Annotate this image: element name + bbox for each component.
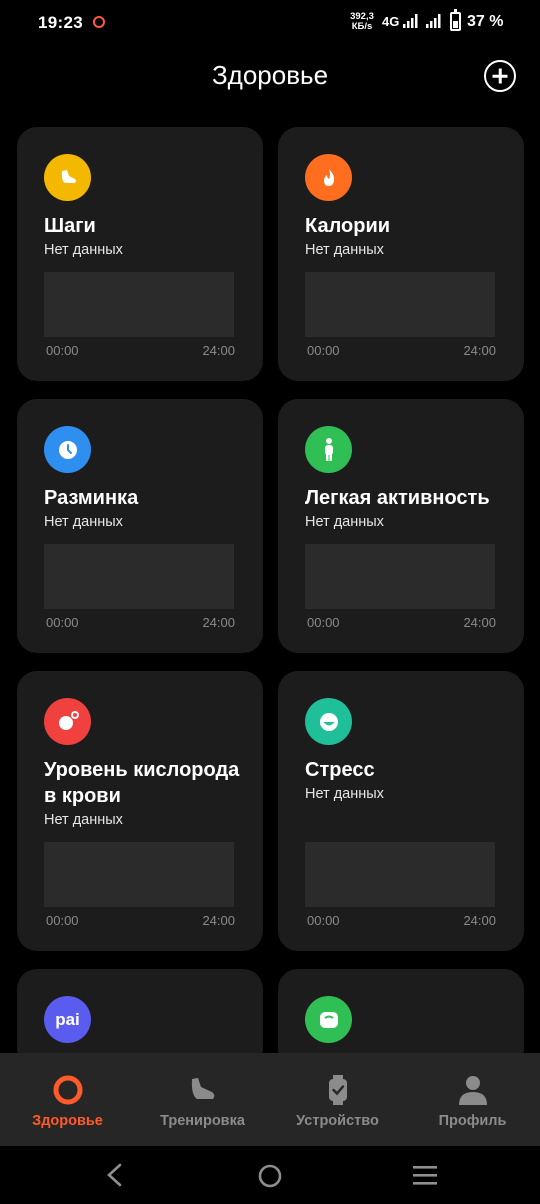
bottom-nav: Здоровье Тренировка Устройство Профиль xyxy=(0,1053,540,1146)
card-title: Стресс xyxy=(305,759,375,781)
axis-start-label: 00:00 xyxy=(46,615,79,630)
card-calories[interactable]: Калории Нет данных 00:00 24:00 xyxy=(278,127,524,381)
shoe-icon xyxy=(44,154,91,201)
card-subtitle: Нет данных xyxy=(305,514,384,530)
signal-icon-2 xyxy=(426,14,441,28)
axis-end-label: 24:00 xyxy=(463,913,496,928)
card-title: Легкая активность xyxy=(305,487,490,509)
stress-face-icon xyxy=(305,698,352,745)
nav-label: Профиль xyxy=(438,1113,507,1129)
axis-end-label: 24:00 xyxy=(463,615,496,630)
flame-icon xyxy=(305,154,352,201)
axis-start-label: 00:00 xyxy=(46,343,79,358)
card-blood-oxygen[interactable]: Уровень кислорода в крови Нет данных 00:… xyxy=(17,671,263,951)
card-title-line1: Уровень кислорода xyxy=(44,759,240,781)
card-subtitle: Нет данных xyxy=(305,242,384,258)
axis-end-label: 24:00 xyxy=(463,343,496,358)
nav-profile[interactable]: Профиль xyxy=(405,1053,540,1146)
card-title: Разминка xyxy=(44,487,139,509)
back-icon[interactable] xyxy=(104,1163,124,1187)
axis-end-label: 24:00 xyxy=(202,343,235,358)
system-nav xyxy=(0,1146,540,1204)
card-title: Калории xyxy=(305,215,391,237)
axis-start-label: 00:00 xyxy=(46,913,79,928)
signal-icon xyxy=(403,14,418,28)
card-chart xyxy=(305,842,495,907)
battery-percent: 37 % xyxy=(467,13,504,30)
profile-icon xyxy=(458,1076,487,1105)
axis-start-label: 00:00 xyxy=(307,615,340,630)
clock-icon xyxy=(44,426,91,473)
axis-end-label: 24:00 xyxy=(202,913,235,928)
home-icon[interactable] xyxy=(257,1163,283,1189)
card-chart xyxy=(44,842,234,907)
health-ring-icon xyxy=(53,1075,82,1105)
pai-icon: pai xyxy=(44,996,91,1043)
card-chart xyxy=(44,544,234,609)
card-warmup[interactable]: Разминка Нет данных 00:00 24:00 xyxy=(17,399,263,653)
menu-icon[interactable] xyxy=(411,1163,439,1187)
person-icon xyxy=(305,426,352,473)
scale-icon xyxy=(305,996,352,1043)
card-chart xyxy=(305,272,495,337)
page-title: Здоровье xyxy=(211,60,329,90)
watch-icon xyxy=(328,1075,347,1105)
card-light-activity[interactable]: Легкая активность Нет данных 00:00 24:00 xyxy=(278,399,524,653)
sneaker-icon xyxy=(191,1078,214,1099)
axis-end-label: 24:00 xyxy=(202,615,235,630)
card-subtitle: Нет данных xyxy=(44,812,123,828)
network-type: 4G xyxy=(382,14,400,29)
axis-start-label: 00:00 xyxy=(307,343,340,358)
nav-health[interactable]: Здоровье xyxy=(0,1053,135,1146)
nav-label: Тренировка xyxy=(160,1113,245,1129)
nav-device[interactable]: Устройство xyxy=(270,1053,405,1146)
card-title: Шаги xyxy=(44,215,96,237)
status-time: 19:23 xyxy=(38,13,83,32)
axis-start-label: 00:00 xyxy=(307,913,340,928)
recording-indicator-icon xyxy=(93,16,105,28)
card-steps[interactable]: Шаги Нет данных 00:00 24:00 xyxy=(17,127,263,381)
add-button[interactable] xyxy=(484,60,516,92)
nav-workout[interactable]: Тренировка xyxy=(135,1053,270,1146)
status-bar: 19:23 392,3 КБ/s 4G 37 % xyxy=(0,0,540,44)
oxygen-icon xyxy=(44,698,91,745)
network-speed: 392,3 КБ/s xyxy=(350,11,374,32)
nav-label: Здоровье xyxy=(32,1113,103,1129)
nav-label: Устройство xyxy=(296,1113,379,1129)
card-chart xyxy=(305,544,495,609)
card-title-line2: в крови xyxy=(44,785,121,807)
card-stress[interactable]: Стресс Нет данных 00:00 24:00 xyxy=(278,671,524,951)
card-chart xyxy=(44,272,234,337)
battery-icon xyxy=(450,9,461,31)
card-subtitle: Нет данных xyxy=(44,514,123,530)
card-subtitle: Нет данных xyxy=(44,242,123,258)
card-subtitle: Нет данных xyxy=(305,786,384,802)
